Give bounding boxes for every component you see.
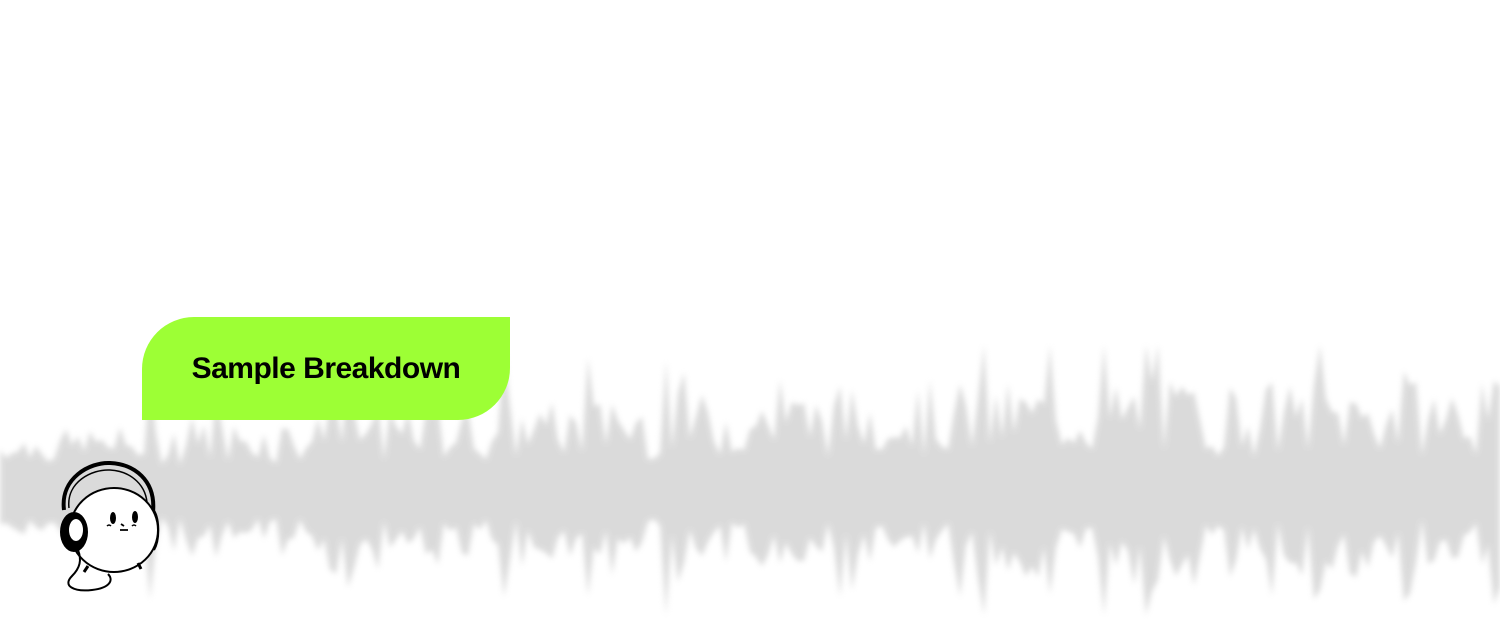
sample-breakdown-label: Sample Breakdown bbox=[191, 351, 461, 385]
headphones-mascot-icon bbox=[60, 460, 160, 592]
sample-breakdown-button[interactable]: Sample Breakdown bbox=[142, 317, 510, 420]
hero-section: Sample Breakdown bbox=[0, 0, 1500, 622]
